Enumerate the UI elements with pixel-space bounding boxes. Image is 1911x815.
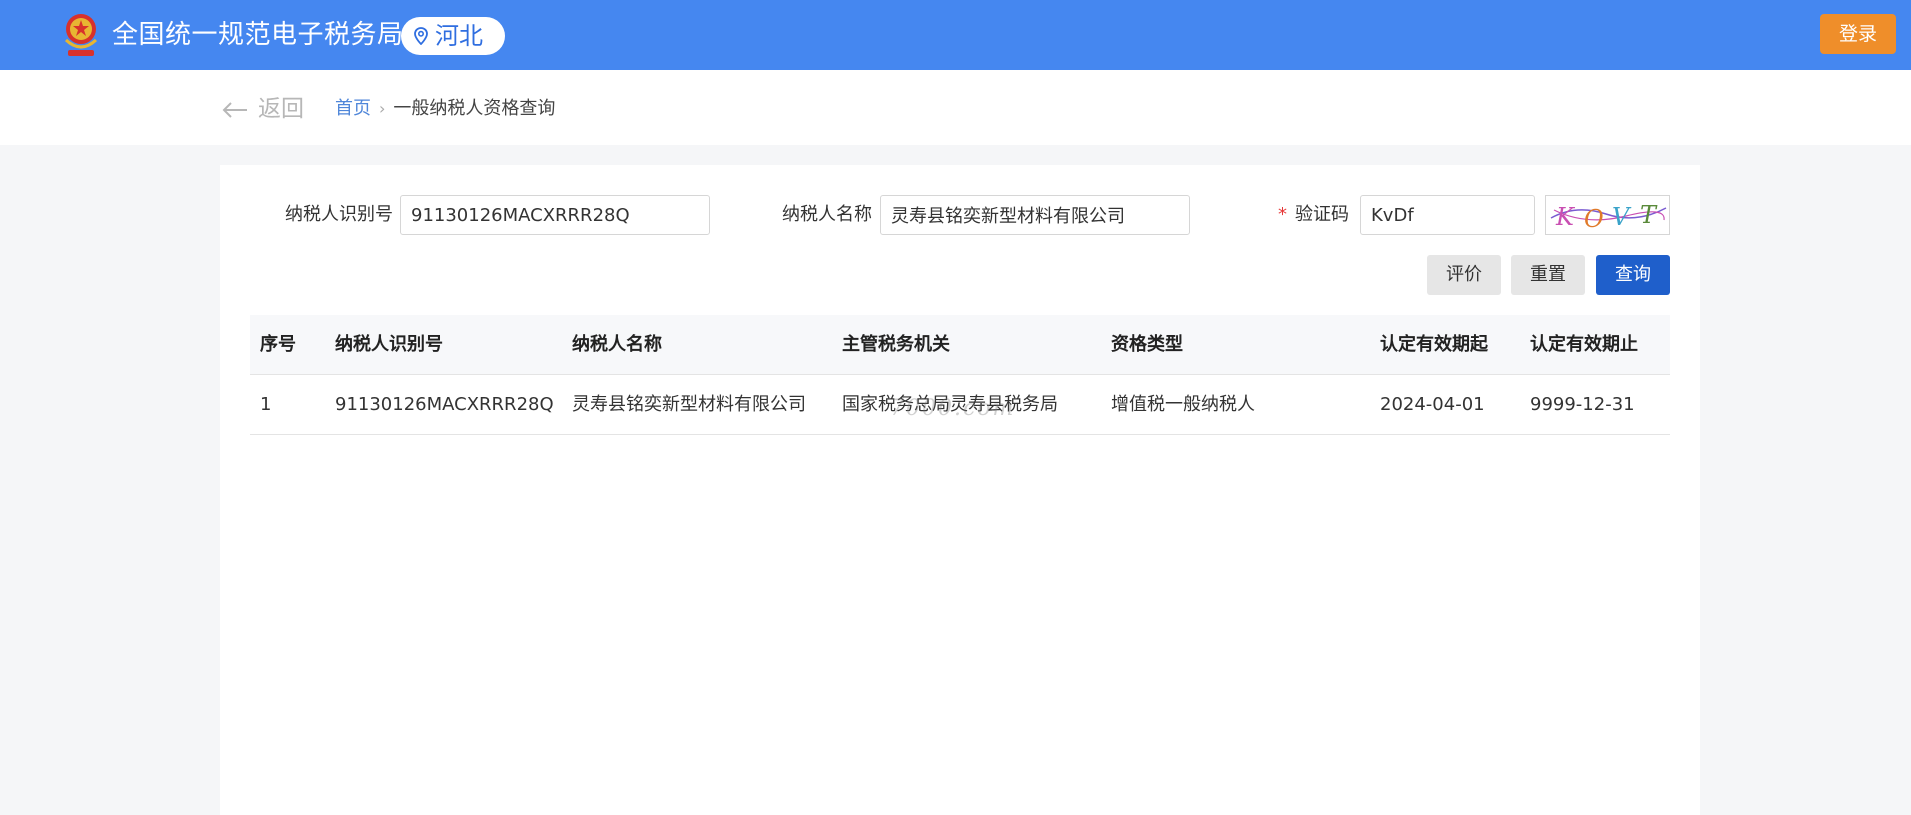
evaluate-button[interactable]: 评价 bbox=[1427, 255, 1501, 295]
reset-button[interactable]: 重置 bbox=[1511, 255, 1585, 295]
watermark: 7000.com bbox=[890, 396, 1016, 421]
column-header-index: 序号 bbox=[260, 334, 296, 355]
captcha-graphic: K O V T bbox=[1550, 201, 1667, 233]
breadcrumb-current: 一般纳税人资格查询 bbox=[393, 98, 556, 119]
cell-qualification-type: 增值税一般纳税人 bbox=[1111, 394, 1255, 415]
taxpayer-id-input[interactable] bbox=[400, 195, 710, 235]
taxpayer-name-input[interactable] bbox=[880, 195, 1190, 235]
login-button[interactable]: 登录 bbox=[1820, 14, 1896, 54]
query-button[interactable]: 查询 bbox=[1596, 255, 1670, 295]
region-name: 河北 bbox=[435, 22, 483, 50]
column-header-taxpayer-id: 纳税人识别号 bbox=[335, 334, 443, 355]
cell-index: 1 bbox=[260, 394, 272, 415]
region-selector[interactable]: 河北 bbox=[401, 17, 505, 55]
breadcrumb-home-link[interactable]: 首页 bbox=[335, 98, 371, 119]
column-header-tax-authority: 主管税务机关 bbox=[842, 334, 950, 355]
cell-valid-from: 2024-04-01 bbox=[1380, 394, 1485, 415]
cell-taxpayer-name: 灵寿县铭奕新型材料有限公司 bbox=[572, 394, 806, 415]
required-mark: * bbox=[1278, 204, 1287, 225]
captcha-char-1: K bbox=[1555, 203, 1576, 231]
captcha-image[interactable]: K O V T bbox=[1545, 195, 1670, 235]
column-header-qualification-type: 资格类型 bbox=[1111, 334, 1183, 355]
back-label: 返回 bbox=[258, 96, 304, 122]
captcha-char-3: V bbox=[1612, 203, 1632, 231]
location-pin-icon bbox=[414, 27, 428, 45]
national-emblem-icon bbox=[64, 14, 98, 56]
site-title: 全国统一规范电子税务局 bbox=[112, 20, 404, 50]
captcha-input[interactable] bbox=[1360, 195, 1535, 235]
taxpayer-name-label: 纳税人名称 bbox=[782, 204, 872, 225]
column-header-valid-from: 认定有效期起 bbox=[1380, 334, 1488, 355]
captcha-label-group: * 验证码 bbox=[1278, 195, 1349, 235]
breadcrumb: 首页 › 一般纳税人资格查询 bbox=[335, 95, 555, 123]
captcha-label: 验证码 bbox=[1295, 204, 1349, 225]
column-header-valid-to: 认定有效期止 bbox=[1530, 334, 1638, 355]
captcha-char-4: T bbox=[1640, 201, 1658, 229]
cell-taxpayer-id: 91130126MACXRRR28Q bbox=[335, 394, 554, 415]
captcha-char-2: O bbox=[1584, 205, 1604, 233]
back-arrow-icon bbox=[222, 101, 247, 118]
top-header-bar: 全国统一规范电子税务局 河北 登录 bbox=[0, 0, 1911, 70]
breadcrumb-separator: › bbox=[379, 99, 386, 118]
cell-valid-to: 9999-12-31 bbox=[1530, 394, 1635, 415]
back-button[interactable]: 返回 bbox=[222, 93, 304, 125]
column-header-taxpayer-name: 纳税人名称 bbox=[572, 334, 662, 355]
table-header-row: 序号 纳税人识别号 纳税人名称 主管税务机关 资格类型 认定有效期起 认定有效期… bbox=[250, 315, 1670, 375]
taxpayer-id-label: 纳税人识别号 bbox=[285, 204, 393, 225]
